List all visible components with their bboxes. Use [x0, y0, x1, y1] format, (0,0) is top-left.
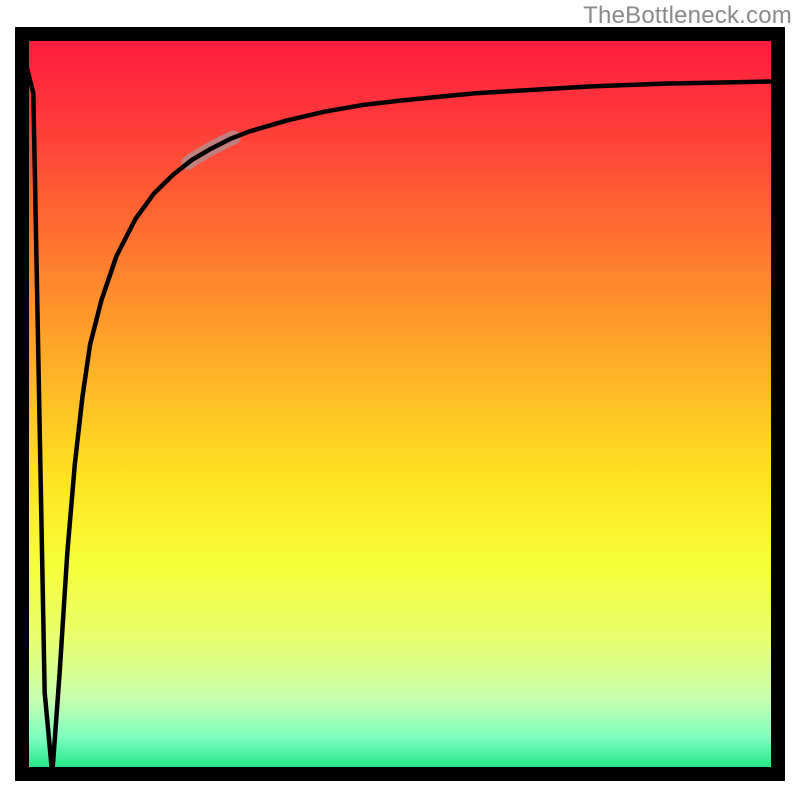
bottleneck-chart	[0, 0, 800, 800]
chart-stage: TheBottleneck.com	[0, 0, 800, 800]
watermark-text: TheBottleneck.com	[583, 2, 792, 30]
plot-background	[22, 34, 778, 774]
